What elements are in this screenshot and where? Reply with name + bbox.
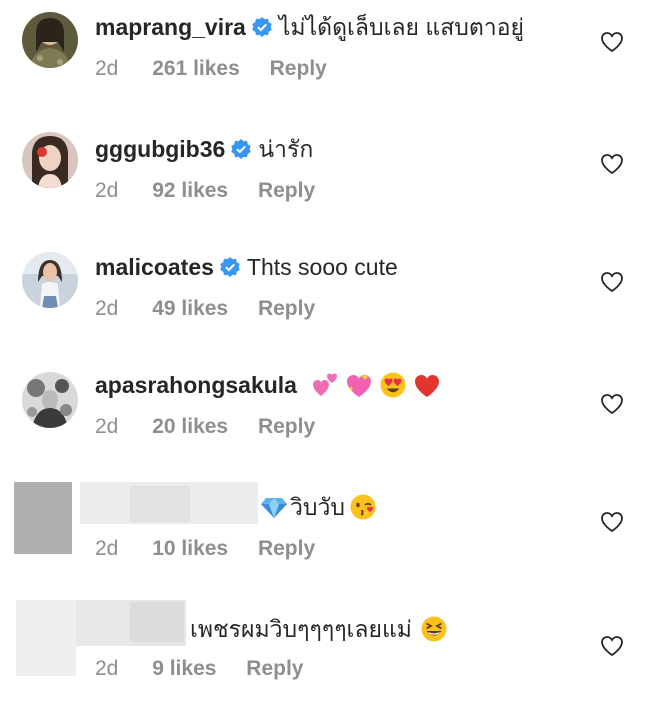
verified-badge-icon	[231, 139, 252, 159]
likes-count[interactable]: 49 likes	[152, 297, 228, 320]
like-heart-icon[interactable]	[600, 152, 624, 176]
comment-time: 2d	[95, 57, 119, 80]
avatar[interactable]	[22, 372, 78, 428]
comment-meta: 2d 20 likes Reply	[95, 414, 339, 440]
like-heart-icon[interactable]	[600, 634, 624, 658]
kissing-wink-icon	[350, 494, 376, 520]
likes-count[interactable]: 9 likes	[152, 657, 216, 680]
comment-item: maprang_vira ไม่ได้ดูเล็บเลย แสบตาอยู่ 2…	[0, 0, 662, 118]
comment-time: 2d	[95, 297, 119, 320]
likes-count[interactable]: 10 likes	[152, 537, 228, 560]
username[interactable]: apasrahongsakula	[95, 370, 297, 400]
reply-button[interactable]: Reply	[258, 297, 315, 320]
censored-avatar	[16, 600, 76, 676]
comment-text: ไม่ได้ดูเล็บเลย แสบตาอยู่	[278, 14, 525, 40]
red-heart-icon	[414, 375, 439, 397]
comment-text: เพชรผมวิบๆๆๆๆเลยแม่	[190, 616, 412, 642]
gem-icon	[261, 498, 287, 518]
likes-count[interactable]: 261 likes	[152, 57, 240, 80]
comment-line: malicoates Thts sooo cute	[95, 252, 398, 282]
comment-meta: 2d 261 likes Reply	[95, 56, 351, 82]
comment-time: 2d	[95, 179, 119, 202]
comment-text: วิบวับ	[290, 494, 346, 520]
like-heart-icon[interactable]	[600, 30, 624, 54]
like-heart-icon[interactable]	[600, 270, 624, 294]
comment-line: เพชรผมวิบๆๆๆๆเลยแม่	[190, 614, 448, 644]
comment-meta: 2d 49 likes Reply	[95, 296, 339, 322]
avatar[interactable]	[22, 132, 78, 188]
comment-text: Thts sooo cute	[246, 254, 398, 280]
comment-line: maprang_vira ไม่ได้ดูเล็บเลย แสบตาอยู่	[95, 12, 524, 42]
username[interactable]: maprang_vira	[95, 12, 246, 42]
comment-time: 2d	[95, 415, 119, 438]
censored-avatar	[14, 482, 72, 554]
comment-item: วิบวับ 2d 10 likes Reply	[0, 476, 662, 594]
comment-line: วิบวับ	[260, 492, 377, 522]
comment-time: 2d	[95, 657, 119, 680]
comment-time: 2d	[95, 537, 119, 560]
username[interactable]: malicoates	[95, 252, 214, 282]
heart-eyes-icon	[380, 372, 406, 398]
comment-meta: 2d 10 likes Reply	[95, 536, 339, 562]
likes-count[interactable]: 92 likes	[152, 179, 228, 202]
verified-badge-icon	[220, 257, 240, 277]
two-hearts-icon	[312, 373, 337, 396]
reply-button[interactable]: Reply	[258, 179, 315, 202]
avatar[interactable]	[22, 252, 78, 308]
likes-count[interactable]: 20 likes	[152, 415, 228, 438]
reply-button[interactable]: Reply	[246, 657, 303, 680]
comment-line: gggubgib36 น่ารัก	[95, 134, 313, 164]
like-heart-icon[interactable]	[600, 392, 624, 416]
reply-button[interactable]: Reply	[258, 415, 315, 438]
censored-username-shade	[130, 602, 184, 642]
censored-username-shade	[130, 486, 190, 522]
like-heart-icon[interactable]	[600, 510, 624, 534]
comment-item: apasrahongsakula 2d 20 likes Reply	[0, 358, 662, 476]
comment-line: apasrahongsakula	[95, 370, 441, 400]
comment-item: malicoates Thts sooo cute 2d 49 likes Re…	[0, 240, 662, 358]
comment-meta: 2d 92 likes Reply	[95, 178, 339, 204]
reply-button[interactable]: Reply	[258, 537, 315, 560]
comment-item: gggubgib36 น่ารัก 2d 92 likes Reply	[0, 122, 662, 240]
comment-text: น่ารัก	[258, 136, 314, 162]
grinning-squint-icon	[421, 616, 447, 642]
verified-badge-icon	[252, 17, 272, 37]
username[interactable]: gggubgib36	[95, 134, 225, 164]
comment-meta: 2d 9 likes Reply	[95, 656, 327, 682]
reply-button[interactable]: Reply	[270, 57, 327, 80]
avatar[interactable]	[22, 12, 78, 68]
comment-item: เพชรผมวิบๆๆๆๆเลยแม่ 2d 9 likes Reply	[0, 596, 662, 714]
sparkling-heart-icon	[346, 373, 371, 397]
